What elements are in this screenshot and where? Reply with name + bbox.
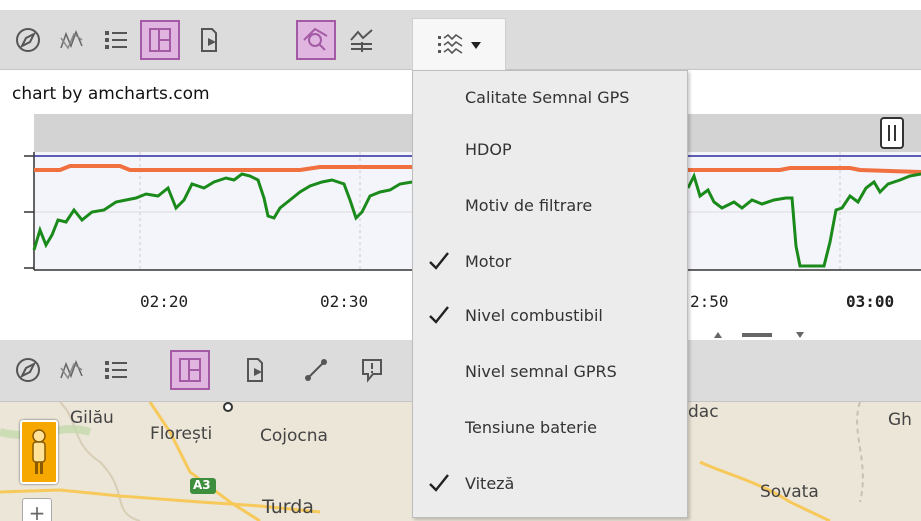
menu-item-label: Nivel semnal GPRS [465,361,617,381]
checkmark-icon [429,306,449,324]
export-icon[interactable] [190,20,230,60]
menu-item-motiv-de-filtrare[interactable]: Motiv de filtrare [413,185,687,225]
map-label: Gilău [70,408,114,428]
checkmark-icon [429,474,449,492]
map-label: Florești [150,424,213,444]
map-label: Sovata [760,482,819,502]
scrollbar-handle[interactable] [880,117,904,149]
menu-item-label: Tensiune baterie [465,417,597,437]
menu-item-nivel-combustibil[interactable]: Nivel combustibil [413,295,687,335]
menu-item-label: Calitate Semnal GPS [465,87,630,107]
menu-item-viteza[interactable]: Viteză [413,463,687,503]
menu-item-calitate-semnal-gps[interactable]: Calitate Semnal GPS [413,77,687,117]
map-label: Turda [262,496,314,518]
layout-panels-icon[interactable] [140,20,180,60]
series-dropdown-menu: Calitate Semnal GPS HDOP Motiv de filtra… [412,70,688,518]
map-label: dac [688,402,719,422]
menu-item-label: HDOP [465,139,512,159]
menu-item-label: Viteză [465,473,515,493]
multi-line-icon[interactable] [52,20,92,60]
series-waves-icon [438,33,463,54]
chevron-down-icon [471,41,481,49]
checkmark-icon [429,252,449,270]
filter-lines-icon[interactable] [342,20,382,60]
time-label: 03:00 [846,292,895,311]
menu-item-label: Motor [465,251,512,271]
alert-comment-icon[interactable] [352,350,392,390]
menu-item-tensiune-baterie[interactable]: Tensiune baterie [413,407,687,447]
time-label: 2:50 [690,292,729,311]
menu-item-nivel-semnal-gprs[interactable]: Nivel semnal GPRS [413,351,687,391]
list-icon[interactable] [96,350,136,390]
map-label: Cojocna [260,426,328,446]
map-label: A3 [193,478,211,492]
layout-panels-icon[interactable] [170,350,210,390]
compass-icon[interactable] [8,20,48,60]
zoom-chart-icon[interactable] [296,20,336,60]
time-label: 02:20 [140,292,189,311]
menu-item-label: Nivel combustibil [465,305,603,325]
route-icon[interactable] [296,350,336,390]
panel-resize-handle[interactable] [712,328,808,340]
zoom-in-button[interactable]: + [22,498,52,521]
time-label: 02:30 [320,292,369,311]
export-icon[interactable] [236,350,276,390]
street-view-pegman-icon[interactable] [20,420,58,484]
menu-item-hdop[interactable]: HDOP [413,129,687,169]
compass-icon[interactable] [8,350,48,390]
menu-item-motor[interactable]: Motor [413,241,687,281]
multi-line-icon[interactable] [52,350,92,390]
chart-toolbar [0,10,921,70]
top-strip [0,0,921,10]
series-dropdown-button[interactable] [412,18,506,70]
menu-item-label: Motiv de filtrare [465,195,593,215]
list-icon[interactable] [96,20,136,60]
map-label: Gh [888,410,912,430]
